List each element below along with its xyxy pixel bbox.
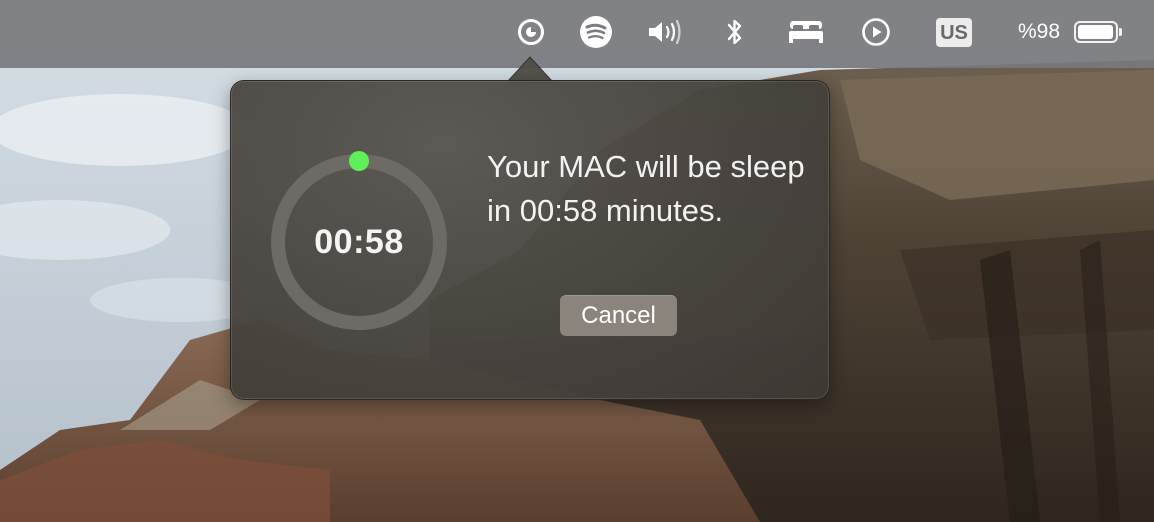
battery-body xyxy=(1074,21,1118,43)
battery-percentage[interactable]: %98 xyxy=(1012,14,1066,50)
timer-icon[interactable] xyxy=(515,14,547,50)
battery-nub xyxy=(1119,28,1122,36)
countdown-ring: 00:58 xyxy=(268,151,450,333)
battery-percentage-text: %98 xyxy=(1017,20,1061,43)
sleep-message: Your MAC will be sleep in 00:58 minutes. xyxy=(487,149,805,228)
input-source-label: US xyxy=(936,17,972,47)
battery-level-fill xyxy=(1078,25,1114,39)
cancel-button[interactable]: Cancel xyxy=(560,295,677,336)
input-source-button[interactable]: US xyxy=(930,14,978,50)
desktop: US %98 00:58 Your MAC will be sleep in 0… xyxy=(0,0,1154,522)
volume-icon[interactable] xyxy=(645,14,687,50)
countdown-time: 00:58 xyxy=(314,222,404,261)
menu-bar: US %98 xyxy=(0,0,1154,68)
battery-icon[interactable] xyxy=(1071,14,1125,50)
sleep-timer-popover: 00:58 Your MAC will be sleep in 00:58 mi… xyxy=(230,80,830,400)
play-icon[interactable] xyxy=(860,14,892,50)
bluetooth-icon[interactable] xyxy=(722,14,748,50)
spotify-icon[interactable] xyxy=(578,14,614,50)
popover-arrow xyxy=(507,56,553,83)
bed-icon[interactable] xyxy=(786,14,826,50)
